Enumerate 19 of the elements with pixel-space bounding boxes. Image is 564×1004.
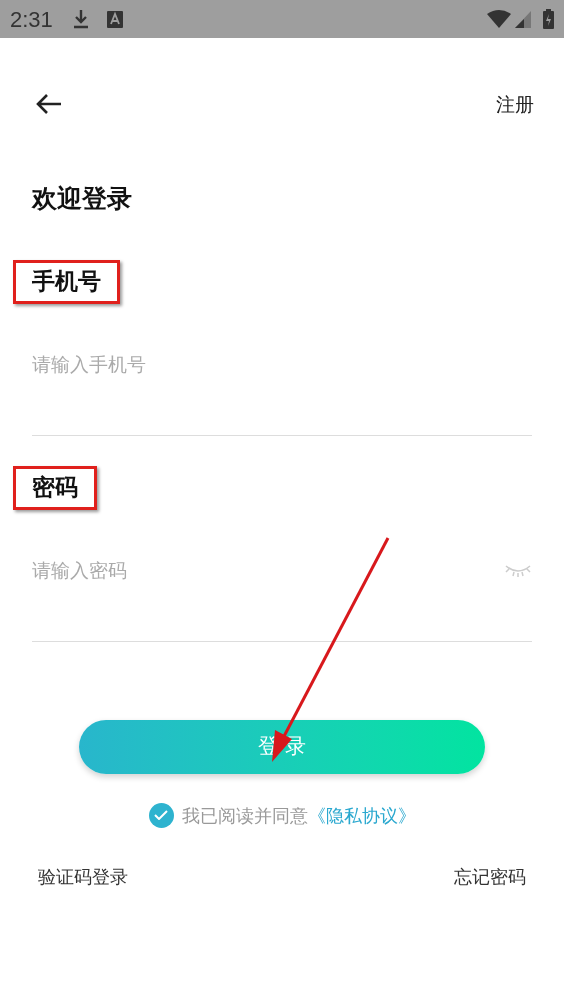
register-link[interactable]: 注册 (496, 89, 534, 119)
field-label: 密码 (32, 473, 78, 503)
app-icon (106, 10, 123, 28)
battery-icon (543, 9, 554, 29)
text-link[interactable]: 验证码登录 (38, 862, 128, 890)
input-field[interactable]: 请输入密码 (32, 555, 504, 584)
signal-icon (515, 10, 531, 28)
agreement-text: 我已阅读并同意 (181, 803, 308, 828)
input-field[interactable]: 请输入手机号 (32, 349, 532, 378)
back-arrow-icon[interactable] (36, 93, 62, 115)
closed-eye-icon[interactable] (504, 563, 532, 578)
text-link[interactable]: 忘记密码 (454, 862, 526, 890)
agreement-checkbox[interactable] (148, 802, 174, 828)
checkmark-icon (154, 810, 168, 820)
field-label: 手机号 (32, 267, 101, 297)
wifi-icon (487, 10, 511, 28)
page-title: 欢迎登录 (32, 183, 133, 215)
status-time: 2:31 (10, 5, 53, 34)
download-icon (72, 9, 89, 29)
